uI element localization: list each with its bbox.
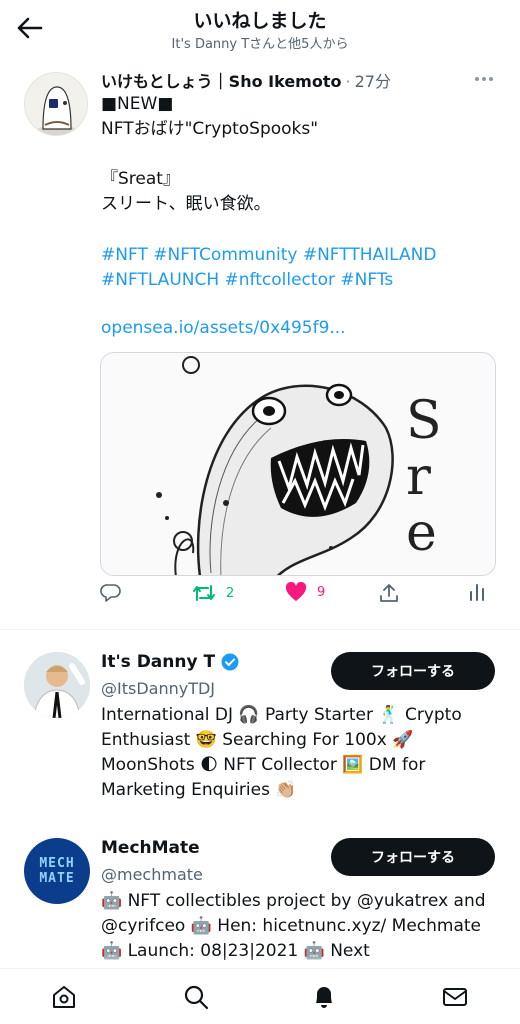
user-avatar[interactable] <box>24 652 90 718</box>
user-handle: @mechmate <box>101 865 203 884</box>
page-title: いいねしました <box>193 10 327 32</box>
tweet-link[interactable]: opensea.io/assets/0x495f9... <box>101 318 346 338</box>
tab-messages[interactable] <box>441 983 469 1011</box>
user-name: MechMate <box>101 838 200 858</box>
mail-icon <box>443 988 467 1006</box>
tweet-author-name[interactable]: いけもとしょう｜Sho Ikemoto <box>101 72 341 91</box>
spook-avatar-image <box>37 86 77 135</box>
like-button[interactable]: 9 <box>285 582 325 602</box>
more-options-button[interactable] <box>474 66 494 87</box>
page-subtitle: It's Danny Tさんと他5人から <box>171 37 349 52</box>
reply-icon <box>100 584 121 602</box>
header: いいねしました It's Danny Tさんと他5人から <box>0 0 520 56</box>
reply-button[interactable] <box>100 582 122 604</box>
bottom-tab-bar <box>0 968 520 1024</box>
tweet-text: ■NEW■ NFTおばけ"CryptoSpooks" 『Sreat』 スリート、… <box>101 94 319 214</box>
tweet-hashtags[interactable]: #NFT #NFTCommunity #NFTTHAILAND #NFTLAUN… <box>101 243 501 293</box>
follow-button[interactable]: フォローする <box>331 652 495 690</box>
user-cell[interactable]: It's Danny T @ItsDannyTDJ フォローする Interna… <box>0 650 520 810</box>
verified-badge-icon <box>221 653 239 671</box>
heart-icon <box>285 582 307 601</box>
bar-chart-icon <box>470 584 484 601</box>
tab-search[interactable] <box>182 983 210 1011</box>
like-count: 9 <box>317 584 326 600</box>
user-avatar[interactable]: MECH MATE <box>24 838 90 904</box>
user-bio: 🤖 NFT collectibles project by @yukatrex … <box>101 891 486 961</box>
search-icon <box>184 985 209 1010</box>
tweet-media-image[interactable]: Sreat <box>100 352 496 576</box>
media-handwritten-text: Sreat <box>406 391 444 575</box>
user-name-row[interactable]: It's Danny T <box>101 652 239 672</box>
share-button[interactable] <box>378 582 400 604</box>
profile-photo <box>24 652 90 718</box>
retweet-count: 2 <box>226 585 235 601</box>
bell-icon <box>316 987 332 1008</box>
more-dots-icon <box>475 77 493 81</box>
user-name: It's Danny T <box>101 652 216 672</box>
tab-notifications[interactable] <box>310 983 338 1011</box>
retweet-button[interactable]: 2 <box>192 582 234 604</box>
user-handle: @ItsDannyTDJ <box>101 679 216 698</box>
home-icon <box>53 986 75 1008</box>
tweet-actions: 2 9 <box>100 582 490 610</box>
tweet[interactable]: いけもとしょう｜Sho Ikemoto · 27分 ■NEW■ NFTおばけ"Cry… <box>0 62 520 628</box>
analytics-button[interactable] <box>467 582 487 602</box>
tweet-author-avatar[interactable] <box>24 72 88 136</box>
dot-separator: · <box>345 72 351 91</box>
divider <box>0 629 520 630</box>
tweet-header: いけもとしょう｜Sho Ikemoto · 27分 <box>101 68 391 92</box>
tweet-time: 27分 <box>354 72 391 91</box>
follow-button[interactable]: フォローする <box>331 838 495 876</box>
tab-home[interactable] <box>50 983 78 1011</box>
share-icon <box>380 584 398 602</box>
mechmate-logo: MECH MATE <box>39 856 75 886</box>
user-name-row[interactable]: MechMate <box>101 838 200 858</box>
retweet-icon <box>193 585 215 601</box>
user-bio: International DJ 🎧 Party Starter 🕺 Crypt… <box>101 705 462 800</box>
